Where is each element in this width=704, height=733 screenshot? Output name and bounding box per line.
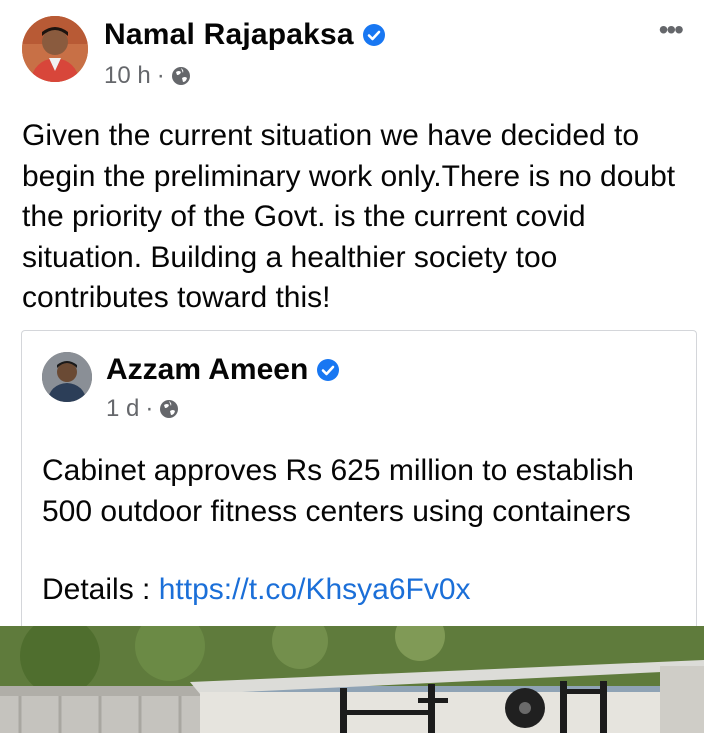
shared-post-timestamp[interactable]: 1 d — [106, 395, 139, 423]
shared-post-card[interactable]: Azzam Ameen 1 d · Cabinet approves Rs 62… — [21, 330, 697, 628]
shared-author-name-text[interactable]: Azzam Ameen — [106, 353, 308, 387]
meta-separator: · — [156, 62, 165, 89]
shared-post-text: Cabinet approves Rs 625 million to estab… — [42, 454, 634, 528]
meta-separator: · — [145, 395, 154, 422]
author-name[interactable]: Namal Rajapaksa — [104, 18, 386, 52]
shared-post-image[interactable] — [0, 626, 704, 733]
verified-badge-icon — [317, 359, 340, 381]
details-line: Details : https://t.co/Khsya6Fv0x — [42, 570, 471, 610]
shared-author-avatar-image — [42, 352, 92, 402]
shared-author-avatar[interactable] — [42, 352, 92, 402]
post-meta: 10 h · — [104, 62, 191, 90]
post-header: Namal Rajapaksa 10 h · ••• — [0, 0, 704, 110]
more-options-icon[interactable]: ••• — [659, 14, 684, 46]
details-label: Details : — [42, 573, 159, 606]
details-link[interactable]: https://t.co/Khsya6Fv0x — [159, 573, 471, 606]
author-avatar-image — [22, 16, 88, 82]
shared-post-meta: 1 d · — [106, 395, 179, 423]
shared-author-name[interactable]: Azzam Ameen — [106, 353, 340, 387]
globe-icon[interactable] — [171, 66, 191, 86]
author-name-text[interactable]: Namal Rajapaksa — [104, 18, 354, 52]
container-gym-photo — [0, 626, 704, 733]
post-timestamp[interactable]: 10 h — [104, 62, 151, 90]
post-body-text: Given the current situation we have deci… — [22, 119, 676, 314]
author-avatar[interactable] — [22, 16, 88, 82]
verified-badge-icon — [362, 24, 385, 46]
globe-icon[interactable] — [159, 399, 179, 419]
